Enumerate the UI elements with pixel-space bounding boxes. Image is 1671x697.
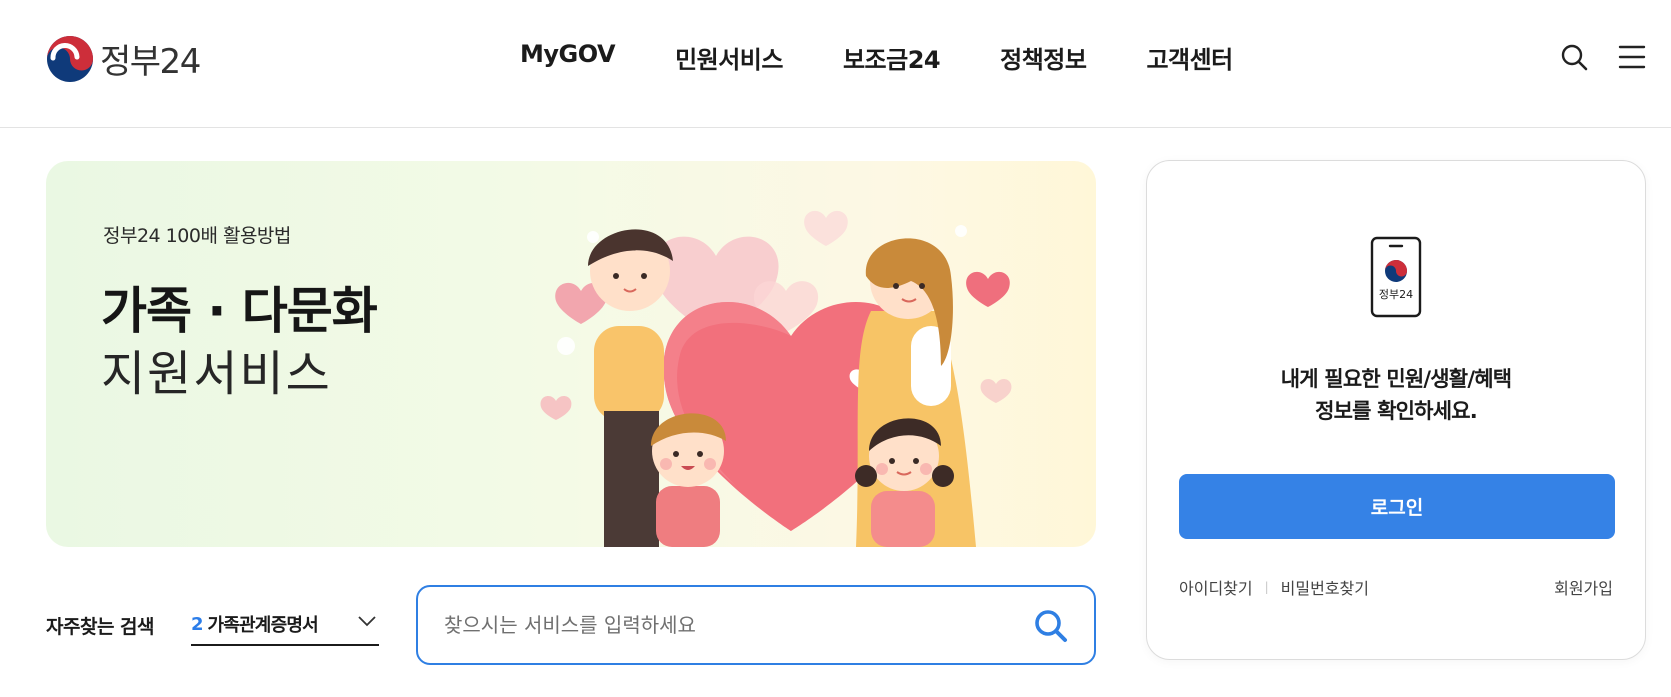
nav-subsidy24[interactable]: 보조금24 <box>843 40 941 75</box>
login-message: 내게 필요한 민원/생활/혜택 정보를 확인하세요. <box>1147 363 1645 427</box>
taegeuk-logo-icon <box>47 35 93 82</box>
nav-policy-info[interactable]: 정책정보 <box>1000 40 1087 75</box>
family-heart-illustration <box>540 210 1012 547</box>
logo[interactable]: 정부24 <box>46 34 201 83</box>
menu-button[interactable] <box>1615 40 1649 74</box>
login-message-line2: 정보를 확인하세요. <box>1315 399 1478 423</box>
menu-icon <box>1618 45 1646 69</box>
banner-title: 가족 · 다문화 <box>101 282 378 340</box>
nav-customer-center[interactable]: 고객센터 <box>1146 40 1233 75</box>
service-search-box <box>416 585 1096 665</box>
main-banner[interactable]: 정부24 100배 활용방법 가족 · 다문화 지원서비스 <box>46 161 1096 547</box>
header-search-button[interactable] <box>1557 40 1591 74</box>
frequent-search-rank: 2 <box>191 613 204 635</box>
logo-text: 정부24 <box>100 42 201 82</box>
banner-subtitle: 정부24 100배 활용방법 <box>103 225 291 247</box>
find-password-link[interactable]: 비밀번호찾기 <box>1281 575 1369 599</box>
header-utilities <box>1533 40 1649 74</box>
phone-icon: 정부24 <box>1370 236 1422 318</box>
service-search-input[interactable] <box>444 605 1004 645</box>
link-separator: | <box>1264 580 1269 594</box>
search-icon <box>1561 44 1588 71</box>
frequent-search-item: 가족관계증명서 <box>207 615 319 636</box>
login-button[interactable]: 로그인 <box>1179 474 1615 539</box>
login-message-line1: 내게 필요한 민원/생활/혜택 <box>1280 367 1512 391</box>
nav-civil-service[interactable]: 민원서비스 <box>675 40 783 75</box>
find-id-link[interactable]: 아이디찾기 <box>1179 575 1253 599</box>
sign-up-link[interactable]: 회원가입 <box>1554 575 1613 599</box>
frequent-search-select[interactable]: 2 가족관계증명서 <box>191 604 379 646</box>
site-header: 정부24 MyGOV 민원서비스 보조금24 정책정보 고객센터 <box>0 0 1671 128</box>
chevron-down-icon <box>358 616 376 627</box>
login-card: 정부24 내게 필요한 민원/생활/혜택 정보를 확인하세요. 로그인 아이디찾… <box>1146 160 1646 660</box>
account-links: 아이디찾기 | 비밀번호찾기 <box>1179 575 1369 599</box>
nav-mygov[interactable]: MyGOV <box>520 40 616 75</box>
banner-title-line2: 지원서비스 <box>101 346 332 402</box>
frequent-search-label: 자주찾는 검색 <box>46 616 155 638</box>
main-nav: MyGOV 민원서비스 보조금24 정책정보 고객센터 <box>520 40 1233 75</box>
service-search-button[interactable] <box>1032 607 1070 645</box>
phone-icon-label: 정부24 <box>1379 288 1413 301</box>
search-icon <box>1035 610 1067 642</box>
